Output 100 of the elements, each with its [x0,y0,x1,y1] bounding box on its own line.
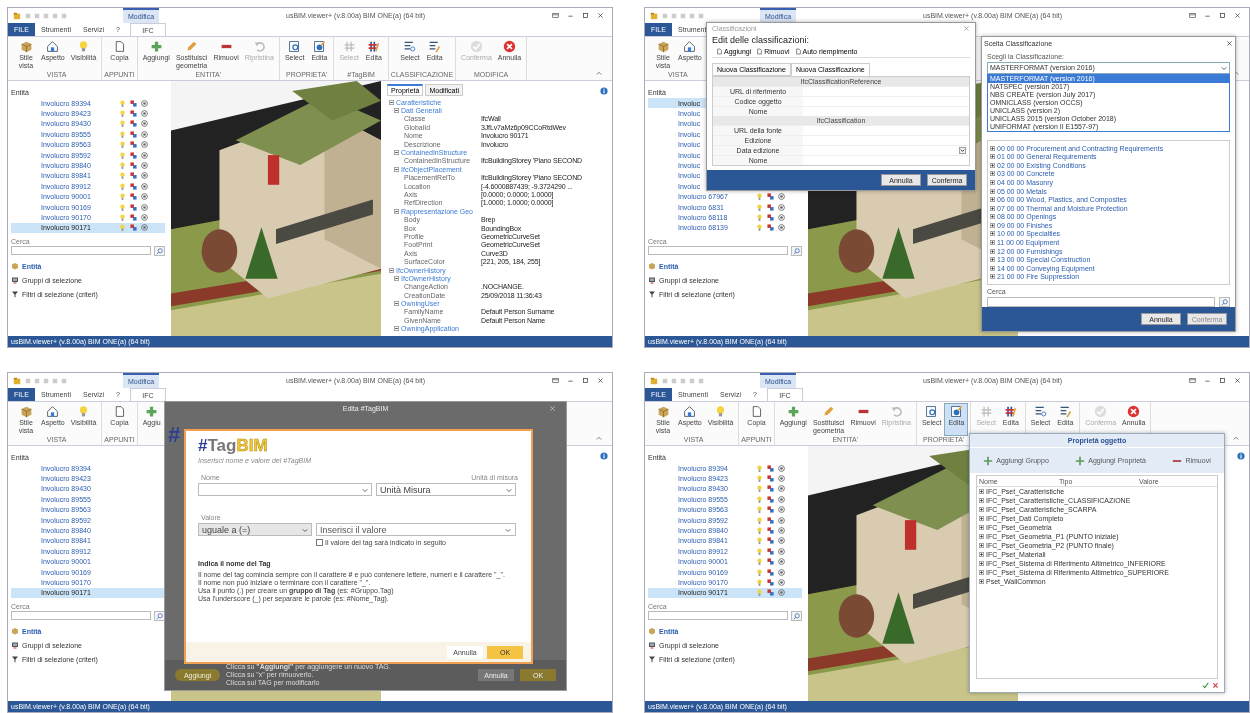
dropdown-icon[interactable] [959,146,966,154]
layers-icon[interactable] [767,495,774,503]
layers-icon[interactable] [767,224,774,232]
expander-icon[interactable] [990,257,995,263]
expander-icon[interactable] [990,265,995,271]
layers-icon[interactable] [767,568,774,576]
expander-icon[interactable] [979,516,984,521]
expander-icon[interactable] [990,154,995,160]
collapse-icon[interactable] [1233,435,1239,441]
layers-icon[interactable] [130,203,137,211]
bulb-icon[interactable] [756,485,763,493]
bulb-icon[interactable] [756,475,763,483]
bulb-icon[interactable] [119,120,126,128]
unit-dropdown[interactable]: Unità Misura [376,483,516,496]
bulb-icon[interactable] [119,203,126,211]
layers-icon[interactable] [767,464,774,472]
expander-icon[interactable] [990,214,995,220]
bulb-icon[interactable] [756,495,763,503]
layers-icon[interactable] [767,589,774,597]
expander-icon[interactable] [979,561,984,566]
bulb-icon[interactable] [756,506,763,514]
maximize-icon[interactable] [1219,12,1226,19]
expander-icon[interactable] [979,552,984,557]
expander-icon[interactable] [990,205,995,211]
expander-icon[interactable] [990,222,995,228]
layers-icon[interactable] [767,537,774,545]
info-icon[interactable] [600,452,608,460]
bulb-icon[interactable] [119,214,126,221]
search-field[interactable] [648,246,788,256]
layers-icon[interactable] [130,120,137,128]
layers-icon[interactable] [130,151,137,159]
expander-icon[interactable] [979,498,984,503]
expander-icon[interactable] [990,162,995,168]
search-field[interactable] [648,611,788,621]
check-icon[interactable] [1202,682,1209,689]
layers-icon[interactable] [130,214,137,221]
value-field[interactable]: Inserisci il valore [316,523,516,536]
expander-icon[interactable] [990,188,995,194]
expander-icon[interactable] [979,570,984,575]
expander-icon[interactable] [990,248,995,254]
expander-icon[interactable] [394,150,399,156]
search-field[interactable] [11,611,151,621]
layers-icon[interactable] [767,506,774,514]
expander-icon[interactable] [990,240,995,246]
bulb-icon[interactable] [756,516,763,524]
expander-icon[interactable] [979,534,984,539]
layers-icon[interactable] [130,99,137,107]
bulb-icon[interactable] [756,558,763,566]
expander-icon[interactable] [990,171,995,177]
info-icon[interactable] [600,87,608,95]
search-button[interactable] [154,246,165,257]
layers-icon[interactable] [130,193,137,201]
expander-icon[interactable] [979,507,984,512]
expander-icon[interactable] [990,274,995,280]
layers-icon[interactable] [130,224,137,232]
close-icon[interactable] [597,12,604,19]
ribbon-options-icon[interactable] [552,377,559,384]
expander-icon[interactable] [389,267,394,273]
layers-icon[interactable] [767,193,774,201]
bulb-icon[interactable] [756,589,763,597]
bulb-icon[interactable] [756,464,763,472]
layers-icon[interactable] [130,141,137,149]
operator-dropdown[interactable]: uguale a (=) [198,523,312,536]
bulb-icon[interactable] [119,110,126,118]
expander-icon[interactable] [990,145,995,151]
bulb-icon[interactable] [119,172,126,180]
layers-icon[interactable] [767,516,774,524]
layers-icon[interactable] [130,162,137,170]
app-icon[interactable] [13,376,21,385]
expander-icon[interactable] [990,179,995,185]
bulb-icon[interactable] [119,162,126,170]
layers-icon[interactable] [767,203,774,211]
layers-icon[interactable] [130,130,137,138]
expander-icon[interactable] [394,166,399,172]
expander-icon[interactable] [394,108,399,114]
bulb-icon[interactable] [756,579,763,586]
app-icon[interactable] [13,11,21,20]
bulb-icon[interactable] [119,151,126,159]
collapse-icon[interactable] [596,70,602,76]
expander-icon[interactable] [979,579,984,584]
app-icon[interactable] [650,11,658,20]
layers-icon[interactable] [767,579,774,586]
ribbon-options-icon[interactable] [1189,12,1196,19]
expander-icon[interactable] [979,489,984,494]
layers-icon[interactable] [767,214,774,221]
close-icon[interactable] [963,25,970,32]
search-button[interactable] [791,246,802,257]
bulb-icon[interactable] [756,527,763,535]
bulb-icon[interactable] [756,537,763,545]
maximize-icon[interactable] [582,377,589,384]
bulb-icon[interactable] [756,193,763,201]
expander-icon[interactable] [394,275,399,281]
app-icon[interactable] [650,376,658,385]
expander-icon[interactable] [394,301,399,307]
bulb-icon[interactable] [119,130,126,138]
bulb-icon[interactable] [119,99,126,107]
layers-icon[interactable] [767,527,774,535]
close-icon[interactable] [1234,377,1241,384]
close-icon[interactable] [597,377,604,384]
expander-icon[interactable] [990,231,995,237]
